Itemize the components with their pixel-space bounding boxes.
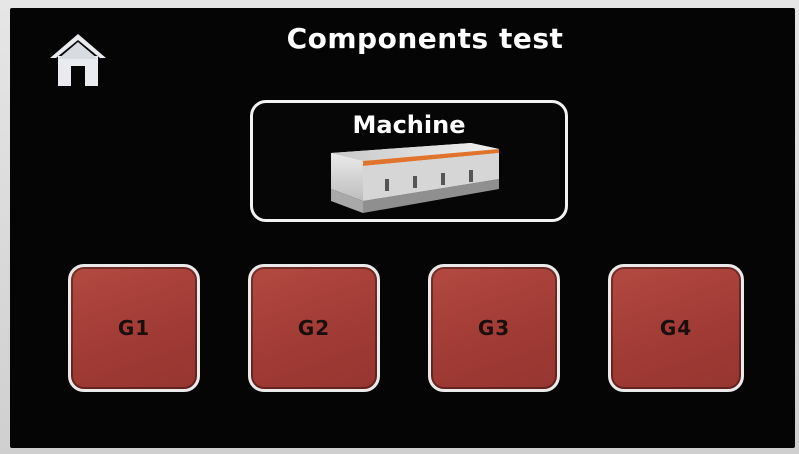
machine-label: Machine <box>352 111 466 139</box>
group-1-button[interactable]: G1 <box>68 264 200 392</box>
group-2-label: G2 <box>297 316 331 340</box>
home-button[interactable] <box>46 28 110 92</box>
machine-button[interactable]: Machine <box>250 100 568 222</box>
touch-screen: Components test Machine G1 G2 G3 G4 <box>10 8 795 448</box>
espresso-machine-image <box>323 139 499 217</box>
group-2-button[interactable]: G2 <box>248 264 380 392</box>
device-bezel: Components test Machine G1 G2 G3 G4 <box>0 0 799 454</box>
group-4-label: G4 <box>659 316 693 340</box>
group-1-label: G1 <box>117 316 151 340</box>
group-3-label: G3 <box>477 316 511 340</box>
home-icon <box>50 34 106 86</box>
group-4-button[interactable]: G4 <box>608 264 744 392</box>
page-title: Components test <box>286 22 564 55</box>
group-3-button[interactable]: G3 <box>428 264 560 392</box>
